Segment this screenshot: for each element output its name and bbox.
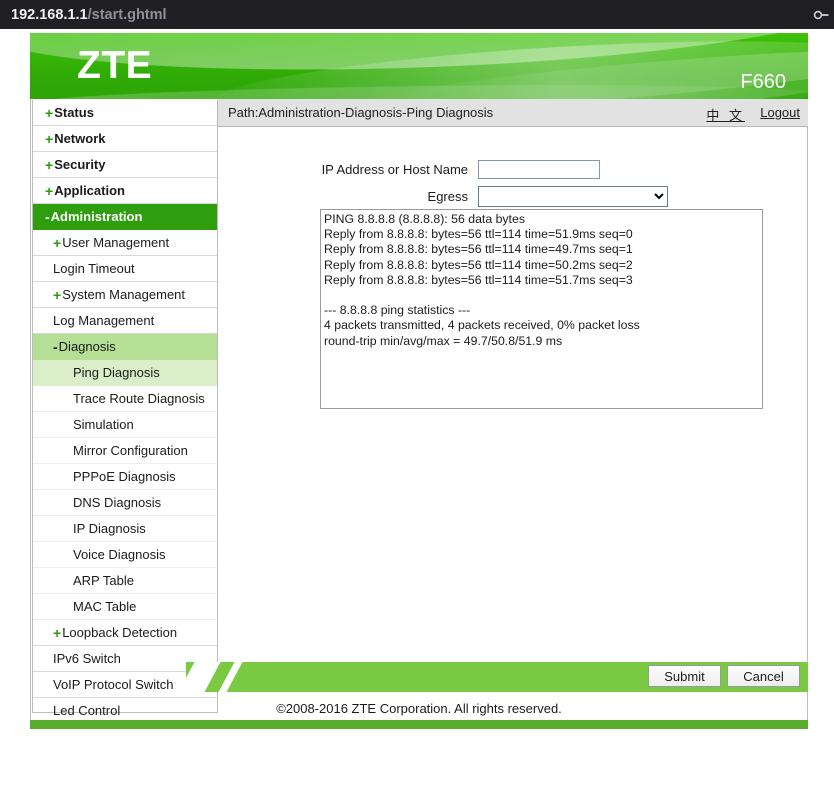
ip-address-label: IP Address or Host Name	[218, 162, 478, 177]
sidebar-item-label: Administration	[51, 209, 143, 224]
sidebar-item-login-timeout[interactable]: Login Timeout	[33, 256, 217, 282]
sidebar-item-status[interactable]: +Status	[33, 100, 217, 126]
sidebar-item-network[interactable]: +Network	[33, 126, 217, 152]
language-switch-link[interactable]: 中 文	[706, 105, 745, 124]
expand-icon: +	[53, 235, 61, 251]
egress-row: Egress	[218, 186, 668, 207]
sidebar-item-label: VoIP Protocol Switch	[53, 677, 173, 692]
sidebar-item-diagnosis[interactable]: -Diagnosis	[33, 334, 217, 360]
content-frame: Path:Administration-Diagnosis-Ping Diagn…	[30, 99, 808, 714]
collapse-icon: -	[53, 339, 58, 355]
expand-icon: +	[53, 625, 61, 641]
sidebar-item-label: Network	[54, 131, 105, 146]
sidebar-item-pppoe-diagnosis[interactable]: PPPoE Diagnosis	[33, 464, 217, 490]
device-model-label: F660	[740, 71, 786, 94]
expand-icon: +	[53, 287, 61, 303]
sidebar-item-label: Ping Diagnosis	[73, 365, 160, 380]
zte-banner: ZTE F660	[30, 33, 808, 99]
sidebar-item-administration[interactable]: -Administration	[33, 204, 217, 230]
sidebar-item-label: Loopback Detection	[62, 625, 177, 640]
logout-link[interactable]: Logout	[760, 105, 800, 120]
sidebar-item-trace-route-diagnosis[interactable]: Trace Route Diagnosis	[33, 386, 217, 412]
sidebar-item-label: IPv6 Switch	[53, 651, 121, 666]
sidebar-item-label: Login Timeout	[53, 261, 135, 276]
sidebar-item-label: Diagnosis	[59, 339, 116, 354]
sidebar-item-application[interactable]: +Application	[33, 178, 217, 204]
sidebar-item-arp-table[interactable]: ARP Table	[33, 568, 217, 594]
expand-icon: +	[45, 157, 53, 173]
egress-select[interactable]	[478, 186, 668, 207]
main-content: IP Address or Host Name Egress PING 8.8.…	[218, 128, 808, 714]
footer-buttons: Submit Cancel	[648, 665, 800, 687]
footer-action-bar: Submit Cancel	[186, 662, 808, 692]
sidebar-item-label: IP Diagnosis	[73, 521, 146, 536]
sidebar-item-label: Status	[54, 105, 94, 120]
sidebar-item-label: Simulation	[73, 417, 134, 432]
sidebar-item-label: PPPoE Diagnosis	[73, 469, 176, 484]
path-bar: Path:Administration-Diagnosis-Ping Diagn…	[218, 99, 808, 127]
sidebar-item-label: Log Management	[53, 313, 154, 328]
sidebar-item-simulation[interactable]: Simulation	[33, 412, 217, 438]
collapse-icon: -	[45, 209, 50, 225]
zte-logo: ZTE	[77, 44, 152, 88]
url-path: /start.ghtml	[88, 7, 167, 23]
sidebar-item-label: Trace Route Diagnosis	[73, 391, 205, 406]
ip-address-row: IP Address or Host Name	[218, 160, 600, 179]
sidebar-item-label: Security	[54, 157, 105, 172]
sidebar-item-label: MAC Table	[73, 599, 136, 614]
ping-output-textarea[interactable]: PING 8.8.8.8 (8.8.8.8): 56 data bytes Re…	[320, 209, 763, 409]
breadcrumb: Path:Administration-Diagnosis-Ping Diagn…	[228, 105, 493, 120]
sidebar-item-label: Mirror Configuration	[73, 443, 188, 458]
sidebar-item-mac-table[interactable]: MAC Table	[33, 594, 217, 620]
sidebar-item-label: Voice Diagnosis	[73, 547, 166, 562]
sidebar-menu: +Status+Network+Security+Application-Adm…	[32, 100, 218, 713]
sidebar-item-security[interactable]: +Security	[33, 152, 217, 178]
sidebar-item-label: User Management	[62, 235, 169, 250]
sidebar-item-mirror-configuration[interactable]: Mirror Configuration	[33, 438, 217, 464]
sidebar-item-loopback-detection[interactable]: +Loopback Detection	[33, 620, 217, 646]
expand-icon: +	[45, 131, 53, 147]
sidebar-item-log-management[interactable]: Log Management	[33, 308, 217, 334]
ip-address-input[interactable]	[478, 160, 600, 179]
submit-button[interactable]: Submit	[648, 665, 721, 687]
key-icon[interactable]	[813, 8, 829, 22]
sidebar-item-system-management[interactable]: +System Management	[33, 282, 217, 308]
sidebar-item-dns-diagnosis[interactable]: DNS Diagnosis	[33, 490, 217, 516]
sidebar-item-user-management[interactable]: +User Management	[33, 230, 217, 256]
footer-slash-decoration-1	[186, 662, 224, 692]
cancel-button[interactable]: Cancel	[727, 665, 800, 687]
sidebar-item-voice-diagnosis[interactable]: Voice Diagnosis	[33, 542, 217, 568]
browser-titlebar: 192.168.1.1/start.ghtml	[0, 0, 834, 29]
expand-icon: +	[45, 105, 53, 121]
url-bar[interactable]: 192.168.1.1/start.ghtml	[11, 7, 167, 23]
footer-bottom-strip	[30, 720, 808, 729]
sidebar-item-label: System Management	[62, 287, 185, 302]
page-body: ZTE F660 Path:Administration-Diagnosis-P…	[0, 29, 834, 796]
sidebar-item-ping-diagnosis[interactable]: Ping Diagnosis	[33, 360, 217, 386]
sidebar-item-ip-diagnosis[interactable]: IP Diagnosis	[33, 516, 217, 542]
sidebar-item-label: ARP Table	[73, 573, 134, 588]
sidebar-item-label: Application	[54, 183, 125, 198]
sidebar-item-label: DNS Diagnosis	[73, 495, 161, 510]
footer-slash-decoration-2	[214, 662, 245, 692]
copyright-text: ©2008-2016 ZTE Corporation. All rights r…	[30, 701, 808, 716]
egress-label: Egress	[218, 189, 478, 204]
expand-icon: +	[45, 183, 53, 199]
url-host: 192.168.1.1	[11, 7, 88, 23]
